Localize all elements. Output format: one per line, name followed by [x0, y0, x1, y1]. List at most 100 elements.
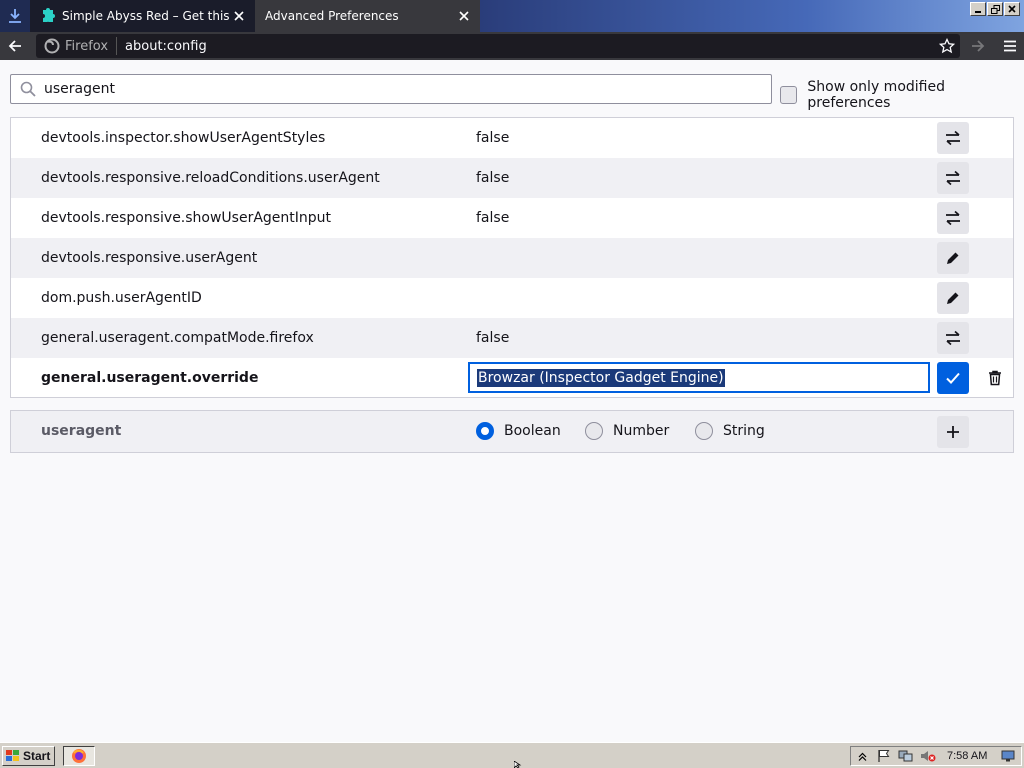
pref-row: dom.push.userAgentID: [11, 278, 1013, 318]
toggle-icon: [946, 210, 960, 226]
pref-name: devtools.responsive.reloadConditions.use…: [41, 170, 380, 186]
titlebar-drag-area[interactable]: [480, 0, 1024, 32]
firefox-logo-icon: [72, 749, 86, 763]
bookmark-button[interactable]: [934, 38, 960, 54]
new-pref-name: useragent: [41, 423, 122, 439]
navigation-toolbar: Firefox about:config: [0, 32, 1024, 60]
type-radio-boolean[interactable]: Boolean: [476, 422, 561, 440]
close-icon: [234, 11, 244, 21]
url-text[interactable]: about:config: [117, 39, 934, 54]
tab-title: Simple Abyss Red – Get this Theme: [62, 9, 231, 23]
pref-value[interactable]: false: [476, 130, 509, 146]
tray-show-desktop[interactable]: [997, 747, 1019, 765]
save-button[interactable]: [937, 362, 969, 394]
pref-row: devtools.responsive.reloadConditions.use…: [11, 158, 1013, 198]
type-label: Boolean: [504, 423, 561, 439]
back-button[interactable]: [0, 32, 30, 60]
close-icon: [1008, 5, 1016, 13]
firefox-logo-icon: [44, 38, 60, 54]
windows-logo-icon: [6, 750, 19, 761]
pref-name: general.useragent.compatMode.firefox: [41, 330, 314, 346]
downloads-button[interactable]: [0, 0, 30, 32]
pref-value[interactable]: false: [476, 170, 509, 186]
type-label: Number: [613, 423, 670, 439]
tab-simple-abyss-red[interactable]: Simple Abyss Red – Get this Theme: [30, 0, 255, 32]
trash-icon: [989, 370, 1001, 386]
toggle-icon: [946, 130, 960, 146]
minimize-button[interactable]: [970, 2, 986, 16]
system-tray: 7:58 AM: [850, 746, 1022, 766]
tab-strip: Simple Abyss Red – Get this Theme Advanc…: [0, 0, 1024, 32]
delete-button[interactable]: [983, 366, 1007, 390]
network-icon: [898, 750, 913, 762]
preferences-table: devtools.inspector.showUserAgentStyles f…: [10, 117, 1014, 398]
taskbar: Start 7:58 AM: [0, 742, 1024, 768]
hamburger-menu-icon: [1004, 40, 1016, 52]
pencil-icon: [947, 252, 959, 264]
toggle-button[interactable]: [937, 202, 969, 234]
restore-icon: [990, 4, 1000, 14]
tray-network[interactable]: [895, 747, 917, 765]
monitor-icon: [1001, 750, 1015, 762]
close-window-button[interactable]: [1004, 2, 1020, 16]
radio-button[interactable]: [695, 422, 713, 440]
close-icon: [459, 11, 469, 21]
pref-row: devtools.responsive.userAgent: [11, 238, 1013, 278]
taskbar-firefox-item[interactable]: [63, 746, 95, 766]
pencil-icon: [947, 292, 959, 304]
pref-value-input[interactable]: Browzar (Inspector Gadget Engine): [468, 362, 930, 393]
forward-button[interactable]: [966, 36, 990, 56]
checkbox[interactable]: [780, 86, 798, 104]
close-tab-button[interactable]: [231, 8, 247, 24]
pref-name: devtools.inspector.showUserAgentStyles: [41, 130, 326, 146]
show-modified-checkbox[interactable]: Show only modified preferences: [780, 79, 1024, 111]
type-radio-string[interactable]: String: [695, 422, 765, 440]
tray-clock[interactable]: 7:58 AM: [947, 750, 997, 762]
tray-flag[interactable]: [873, 747, 895, 765]
flag-icon: [878, 750, 890, 762]
pref-name: devtools.responsive.userAgent: [41, 250, 258, 266]
search-box[interactable]: [10, 74, 772, 104]
radio-button[interactable]: [476, 422, 494, 440]
app-menu-button[interactable]: [998, 36, 1022, 56]
window-controls: [970, 2, 1020, 16]
restore-button[interactable]: [987, 2, 1003, 16]
mouse-cursor-icon: [514, 761, 522, 768]
add-pref-row: useragent Boolean Number String: [10, 410, 1014, 453]
toggle-icon: [946, 330, 960, 346]
tray-expand-button[interactable]: [851, 747, 873, 765]
toggle-icon: [946, 170, 960, 186]
tab-advanced-preferences[interactable]: Advanced Preferences: [255, 0, 480, 32]
checkmark-icon: [946, 372, 960, 384]
pref-value[interactable]: false: [476, 210, 509, 226]
chevron-up-icon: [858, 752, 866, 761]
close-tab-button[interactable]: [456, 8, 472, 24]
tray-volume[interactable]: [917, 747, 939, 765]
pref-value[interactable]: false: [476, 330, 509, 346]
search-input[interactable]: [44, 81, 744, 97]
toggle-button[interactable]: [937, 322, 969, 354]
pref-row: devtools.inspector.showUserAgentStyles f…: [11, 118, 1013, 158]
type-label: String: [723, 423, 765, 439]
puzzle-icon: [43, 8, 55, 22]
back-arrow-icon: [8, 40, 21, 52]
toggle-button[interactable]: [937, 122, 969, 154]
download-icon: [9, 9, 21, 23]
tab-title: Advanced Preferences: [265, 9, 399, 23]
identity-box[interactable]: Firefox: [36, 37, 118, 55]
radio-button[interactable]: [585, 422, 603, 440]
start-button[interactable]: Start: [2, 746, 55, 766]
edit-button[interactable]: [937, 282, 969, 314]
pref-name: general.useragent.override: [41, 370, 259, 386]
url-bar[interactable]: Firefox about:config: [36, 34, 960, 58]
forward-arrow-icon: [972, 40, 985, 52]
pref-name: devtools.responsive.showUserAgentInput: [41, 210, 332, 226]
selected-text[interactable]: Browzar (Inspector Gadget Engine): [477, 368, 725, 387]
pref-row: devtools.responsive.showUserAgentInput f…: [11, 198, 1013, 238]
pref-row: general.useragent.compatMode.firefox fal…: [11, 318, 1013, 358]
type-radio-number[interactable]: Number: [585, 422, 669, 440]
add-pref-button[interactable]: [937, 416, 969, 448]
toggle-button[interactable]: [937, 162, 969, 194]
plus-icon: [947, 426, 959, 438]
edit-button[interactable]: [937, 242, 969, 274]
